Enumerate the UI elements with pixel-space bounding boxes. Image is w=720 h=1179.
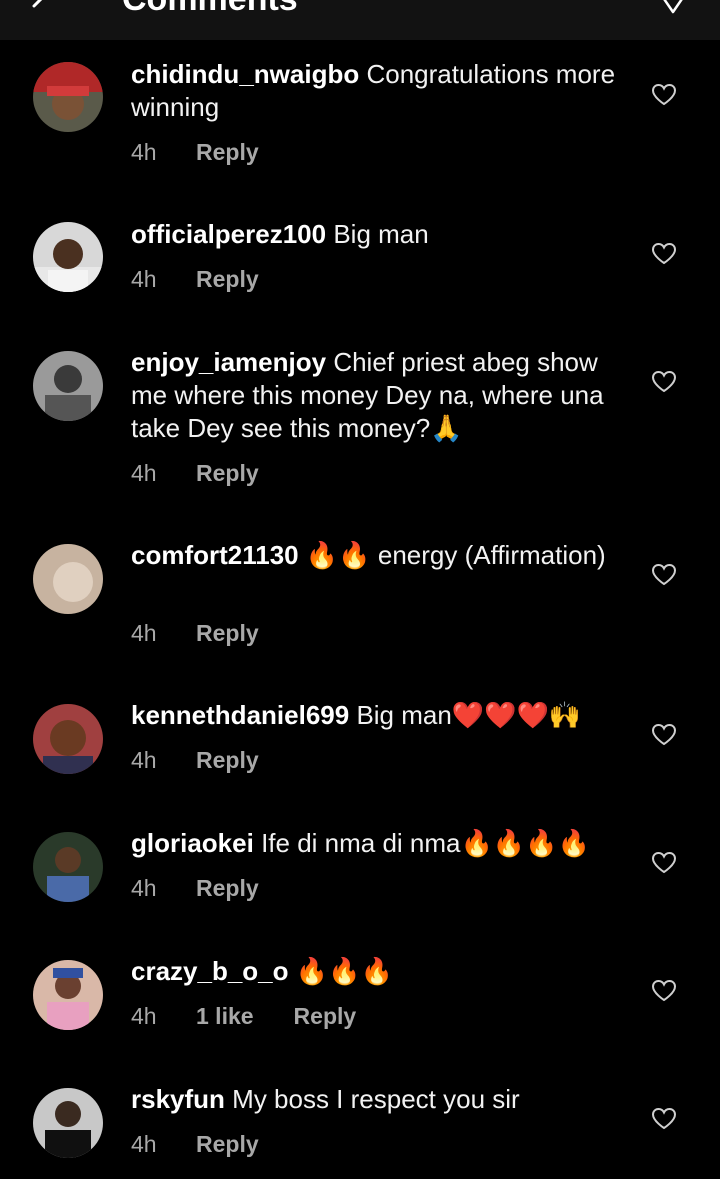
send-icon[interactable] [660, 0, 686, 14]
heart-outline-icon[interactable] [651, 563, 677, 587]
avatar[interactable] [33, 704, 103, 774]
back-arrow-icon[interactable] [28, 0, 52, 18]
reply-button[interactable]: Reply [196, 747, 259, 774]
comment-time: 4h [131, 460, 157, 486]
reply-button[interactable]: Reply [196, 460, 259, 487]
comment-username[interactable]: gloriaokei [131, 828, 254, 858]
reply-button[interactable]: Reply [196, 1131, 259, 1158]
likes-count[interactable]: 1 like [196, 1003, 254, 1030]
reply-button[interactable]: Reply [196, 620, 259, 647]
comment-username[interactable]: rskyfun [131, 1084, 225, 1114]
comment-time: 4h [131, 1003, 157, 1029]
comment-time: 4h [131, 620, 157, 646]
reply-button[interactable]: Reply [196, 875, 259, 902]
comment-text: My boss I respect you sir [232, 1084, 520, 1114]
heart-outline-icon[interactable] [651, 723, 677, 747]
comment-time: 4h [131, 747, 157, 773]
comment-username[interactable]: kennethdaniel699 [131, 700, 349, 730]
reply-button[interactable]: Reply [196, 266, 259, 293]
reply-button[interactable]: Reply [196, 139, 259, 166]
avatar[interactable] [33, 222, 103, 292]
comment-text: 🔥🔥🔥 [295, 956, 393, 986]
comment-time: 4h [131, 266, 157, 292]
comment-username[interactable]: comfort21130 [131, 540, 299, 570]
comment-time: 4h [131, 1131, 157, 1157]
heart-outline-icon[interactable] [651, 242, 677, 266]
page-title: Comments [122, 0, 298, 19]
comment-time: 4h [131, 875, 157, 901]
comment-text: Big man [333, 219, 429, 249]
heart-outline-icon[interactable] [651, 979, 677, 1003]
comment-username[interactable]: chidindu_nwaigbo [131, 59, 359, 89]
avatar[interactable] [33, 351, 103, 421]
comment-username[interactable]: officialperez100 [131, 219, 326, 249]
header-bar: Comments [0, 0, 720, 40]
comment-text: Ife di nma di nma🔥🔥🔥🔥 [261, 828, 590, 858]
comment-time: 4h [131, 139, 157, 165]
reply-button[interactable]: Reply [294, 1003, 357, 1030]
heart-outline-icon[interactable] [651, 83, 677, 107]
comment-text: 🔥🔥 energy (Affirmation) [305, 540, 606, 570]
avatar[interactable] [33, 832, 103, 902]
heart-outline-icon[interactable] [651, 370, 677, 394]
avatar[interactable] [33, 960, 103, 1030]
comment-username[interactable]: enjoy_iamenjoy [131, 347, 326, 377]
heart-outline-icon[interactable] [651, 851, 677, 875]
avatar[interactable] [33, 544, 103, 614]
avatar[interactable] [33, 1088, 103, 1158]
comment-text: Big man❤️❤️❤️🙌 [356, 700, 582, 730]
avatar[interactable] [33, 62, 103, 132]
comment-username[interactable]: crazy_b_o_o [131, 956, 289, 986]
heart-outline-icon[interactable] [651, 1107, 677, 1131]
